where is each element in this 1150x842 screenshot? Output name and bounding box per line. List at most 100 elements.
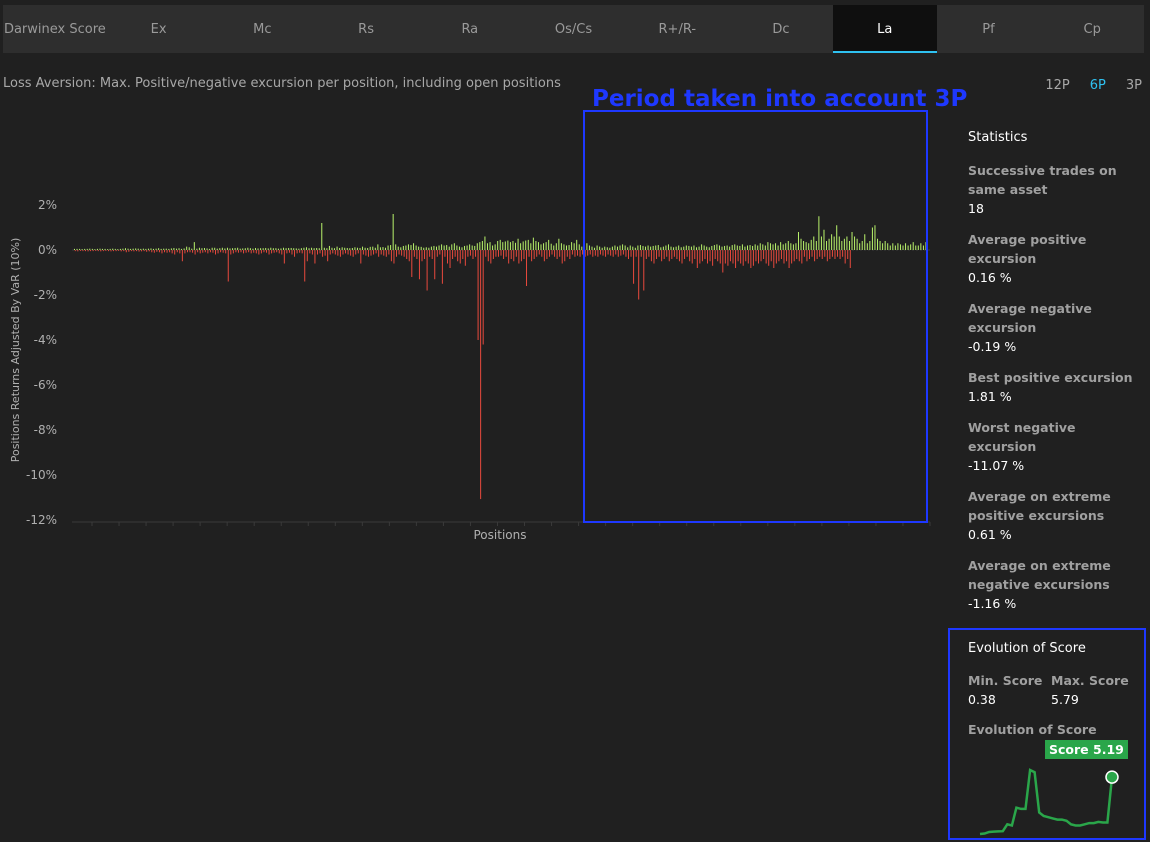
positive-excursion-bar <box>356 247 358 250</box>
positive-excursion-bar <box>94 249 96 250</box>
negative-excursion-bar <box>151 250 153 253</box>
negative-excursion-bar <box>174 250 176 255</box>
negative-excursion-bar <box>84 250 86 252</box>
negative-excursion-bar <box>329 250 331 255</box>
positive-excursion-bar <box>168 248 170 250</box>
tab-pf[interactable]: Pf <box>937 5 1041 53</box>
stat-worst-negative: Worst negative excursion -11.07 % <box>968 418 1143 475</box>
tab-ra[interactable]: Ra <box>418 5 522 53</box>
positive-excursion-bar <box>573 243 575 250</box>
negative-excursion-bar <box>492 250 494 259</box>
stat-value: -1.16 % <box>968 596 1017 611</box>
tab-darwinex-score[interactable]: Darwinex Score <box>3 5 107 53</box>
positive-excursion-bar <box>527 239 529 250</box>
negative-excursion-bar <box>194 250 196 255</box>
positive-excursion-bar <box>448 246 450 250</box>
positive-excursion-bar <box>377 244 379 250</box>
negative-excursion-bar <box>462 250 464 259</box>
tab-cp[interactable]: Cp <box>1040 5 1144 53</box>
negative-excursion-bar <box>125 250 127 253</box>
positive-excursion-bar <box>142 248 144 250</box>
tab-mc[interactable]: Mc <box>210 5 314 53</box>
stat-value: -11.07 % <box>968 458 1025 473</box>
tab-rs[interactable]: Rs <box>314 5 418 53</box>
negative-excursion-bar <box>500 250 502 256</box>
positive-excursion-bar <box>397 246 399 250</box>
positive-excursion-bar <box>489 242 491 250</box>
chart-subtitle: Loss Aversion: Max. Positive/negative ex… <box>3 76 561 91</box>
positive-excursion-bar <box>433 245 435 250</box>
positive-excursion-bar <box>316 247 318 250</box>
negative-excursion-bar <box>148 250 150 252</box>
tab-ex[interactable]: Ex <box>107 5 211 53</box>
positive-excursion-bar <box>484 236 486 250</box>
negative-excursion-bar <box>446 250 448 264</box>
positive-excursion-bar <box>313 248 315 250</box>
positive-excursion-bar <box>117 249 119 250</box>
positive-excursion-bar <box>326 248 328 250</box>
positive-excursion-bar <box>349 248 351 250</box>
negative-excursion-bar <box>538 250 540 255</box>
positive-excursion-bar <box>178 248 180 250</box>
negative-excursion-bar <box>92 250 94 252</box>
negative-excursion-bar <box>533 250 535 259</box>
negative-excursion-bar <box>378 250 380 257</box>
y-tick-label: -8% <box>34 423 57 437</box>
positive-excursion-bar <box>188 247 190 250</box>
negative-excursion-bar <box>497 250 499 257</box>
negative-excursion-bar <box>130 250 132 252</box>
positive-excursion-bar <box>407 244 409 250</box>
tab-dc[interactable]: Dc <box>729 5 833 53</box>
negative-excursion-bar <box>334 250 336 255</box>
negative-excursion-bar <box>449 250 451 268</box>
negative-excursion-bar <box>135 250 137 252</box>
negative-excursion-bar <box>416 250 418 259</box>
stat-label: Successive trades on same asset <box>968 163 1117 197</box>
negative-excursion-bar <box>283 250 285 264</box>
negative-excursion-bar <box>411 250 413 277</box>
negative-excursion-bar <box>441 250 443 284</box>
stat-label: Average on extreme negative excursions <box>968 558 1111 592</box>
negative-excursion-bar <box>551 250 553 255</box>
negative-excursion-bar <box>230 250 232 255</box>
negative-excursion-bar <box>464 250 466 266</box>
tab-la[interactable]: La <box>832 5 937 53</box>
negative-excursion-bar <box>579 250 581 257</box>
positive-excursion-bar <box>438 245 440 250</box>
positive-excursion-bar <box>537 242 539 250</box>
positive-excursion-bar <box>119 248 121 250</box>
positive-excursion-bar <box>112 248 114 250</box>
positive-excursion-bar <box>244 248 246 250</box>
negative-excursion-bar <box>186 250 188 253</box>
period-6p[interactable]: 6P <box>1090 78 1106 93</box>
tab-r-r[interactable]: R+/R- <box>625 5 729 53</box>
negative-excursion-bar <box>276 250 278 253</box>
positive-excursion-bar <box>362 246 364 250</box>
negative-excursion-bar <box>260 250 262 254</box>
negative-excursion-bar <box>192 250 194 253</box>
period-12p[interactable]: 12P <box>1045 78 1069 93</box>
negative-excursion-bar <box>365 250 367 256</box>
negative-excursion-bar <box>316 250 318 255</box>
negative-excursion-bar <box>352 250 354 257</box>
negative-excursion-bar <box>388 250 390 255</box>
negative-excursion-bar <box>107 250 109 252</box>
negative-excursion-bar <box>273 250 275 253</box>
stat-value: 18 <box>968 201 984 216</box>
stat-best-positive: Best positive excursion 1.81 % <box>968 368 1143 406</box>
positive-excursion-bar <box>109 248 111 250</box>
negative-excursion-bar <box>248 250 250 253</box>
negative-excursion-bar <box>403 250 405 257</box>
positive-excursion-bar <box>346 247 348 250</box>
stat-average-negative: Average negative excursion -0.19 % <box>968 299 1143 356</box>
negative-excursion-bar <box>436 250 438 257</box>
positive-excursion-bar <box>254 247 256 250</box>
positive-excursion-bar <box>318 248 320 250</box>
stat-label: Average on extreme positive excursions <box>968 489 1111 523</box>
negative-excursion-bar <box>503 250 505 259</box>
negative-excursion-bar <box>156 250 158 252</box>
stat-extreme-positive: Average on extreme positive excursions 0… <box>968 487 1143 544</box>
tab-os-cs[interactable]: Os/Cs <box>522 5 626 53</box>
period-3p[interactable]: 3P <box>1126 78 1142 93</box>
negative-excursion-bar <box>385 250 387 257</box>
